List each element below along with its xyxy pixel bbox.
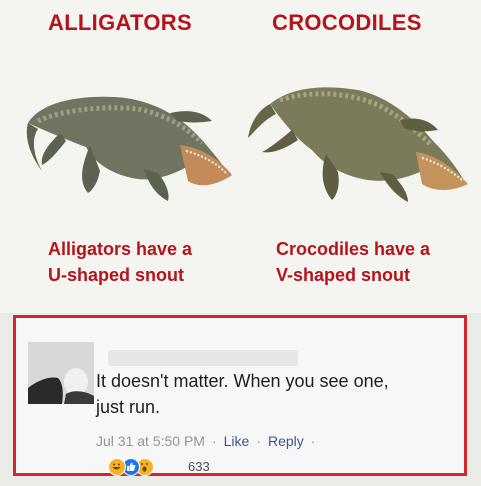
separator-dot: · <box>310 433 316 449</box>
comment-card: It doesn't matter. When you see one, jus… <box>13 315 467 476</box>
separator-dot: · <box>256 433 261 449</box>
crocodile-caption-line2: V-shaped snout <box>276 265 411 285</box>
crocodiles-title: CROCODILES <box>272 10 422 35</box>
alligator-caption-line2: U-shaped snout <box>48 265 185 285</box>
comment-text-line1: It doesn't matter. When you see one, <box>96 371 389 391</box>
reply-button[interactable]: Reply <box>268 433 304 449</box>
alligator-caption-line1: Alligators have a <box>48 239 193 259</box>
alligator-illustration <box>26 96 232 201</box>
crocodile-caption-line1: Crocodiles have a <box>276 239 431 259</box>
profile-photo-icon <box>28 342 94 404</box>
meme-image: ALLIGATORS CROCODILES Alligators have a … <box>0 0 481 313</box>
separator-dot: · <box>211 433 217 449</box>
comment-text-line2: just run. <box>96 397 161 417</box>
comment-timestamp[interactable]: Jul 31 at 5:50 PM <box>96 433 205 449</box>
crocodile-illustration <box>248 87 468 202</box>
alligator-caption: Alligators have a U-shaped snout <box>48 236 192 288</box>
like-button[interactable]: Like <box>224 433 250 449</box>
comment-meta: Jul 31 at 5:50 PM · Like · Reply · <box>96 433 322 449</box>
crocodile-caption: Crocodiles have a V-shaped snout <box>276 236 430 288</box>
reaction-count[interactable]: 633 <box>188 459 210 474</box>
haha-icon <box>108 458 126 476</box>
alligators-title: ALLIGATORS <box>48 10 192 35</box>
commenter-name-redacted <box>108 350 298 366</box>
comment-text: It doesn't matter. When you see one, jus… <box>96 368 456 420</box>
avatar[interactable] <box>28 342 94 404</box>
